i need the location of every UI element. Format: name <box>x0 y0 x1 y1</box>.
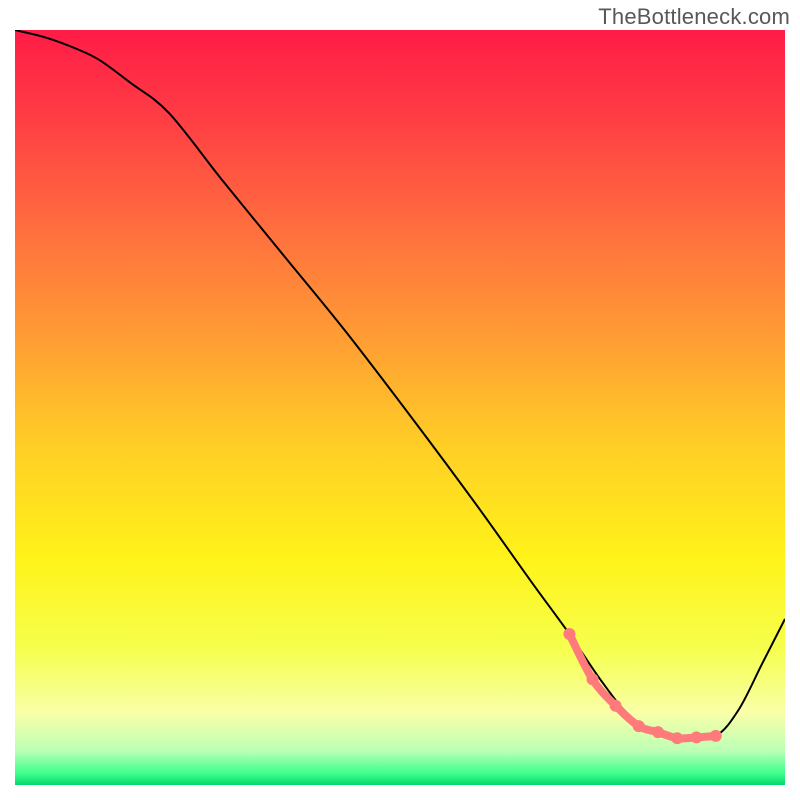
optimal-zone-marker <box>563 628 575 640</box>
optimal-zone-marker <box>587 673 599 685</box>
optimal-zone-marker <box>633 720 645 732</box>
plot-background <box>15 30 785 785</box>
optimal-zone-marker <box>690 731 702 743</box>
optimal-zone-marker <box>671 732 683 744</box>
chart-svg <box>0 0 800 800</box>
optimal-zone-marker <box>710 730 722 742</box>
optimal-zone-marker <box>610 700 622 712</box>
chart-stage: TheBottleneck.com <box>0 0 800 800</box>
watermark-text: TheBottleneck.com <box>598 4 790 30</box>
optimal-zone-marker <box>652 726 664 738</box>
